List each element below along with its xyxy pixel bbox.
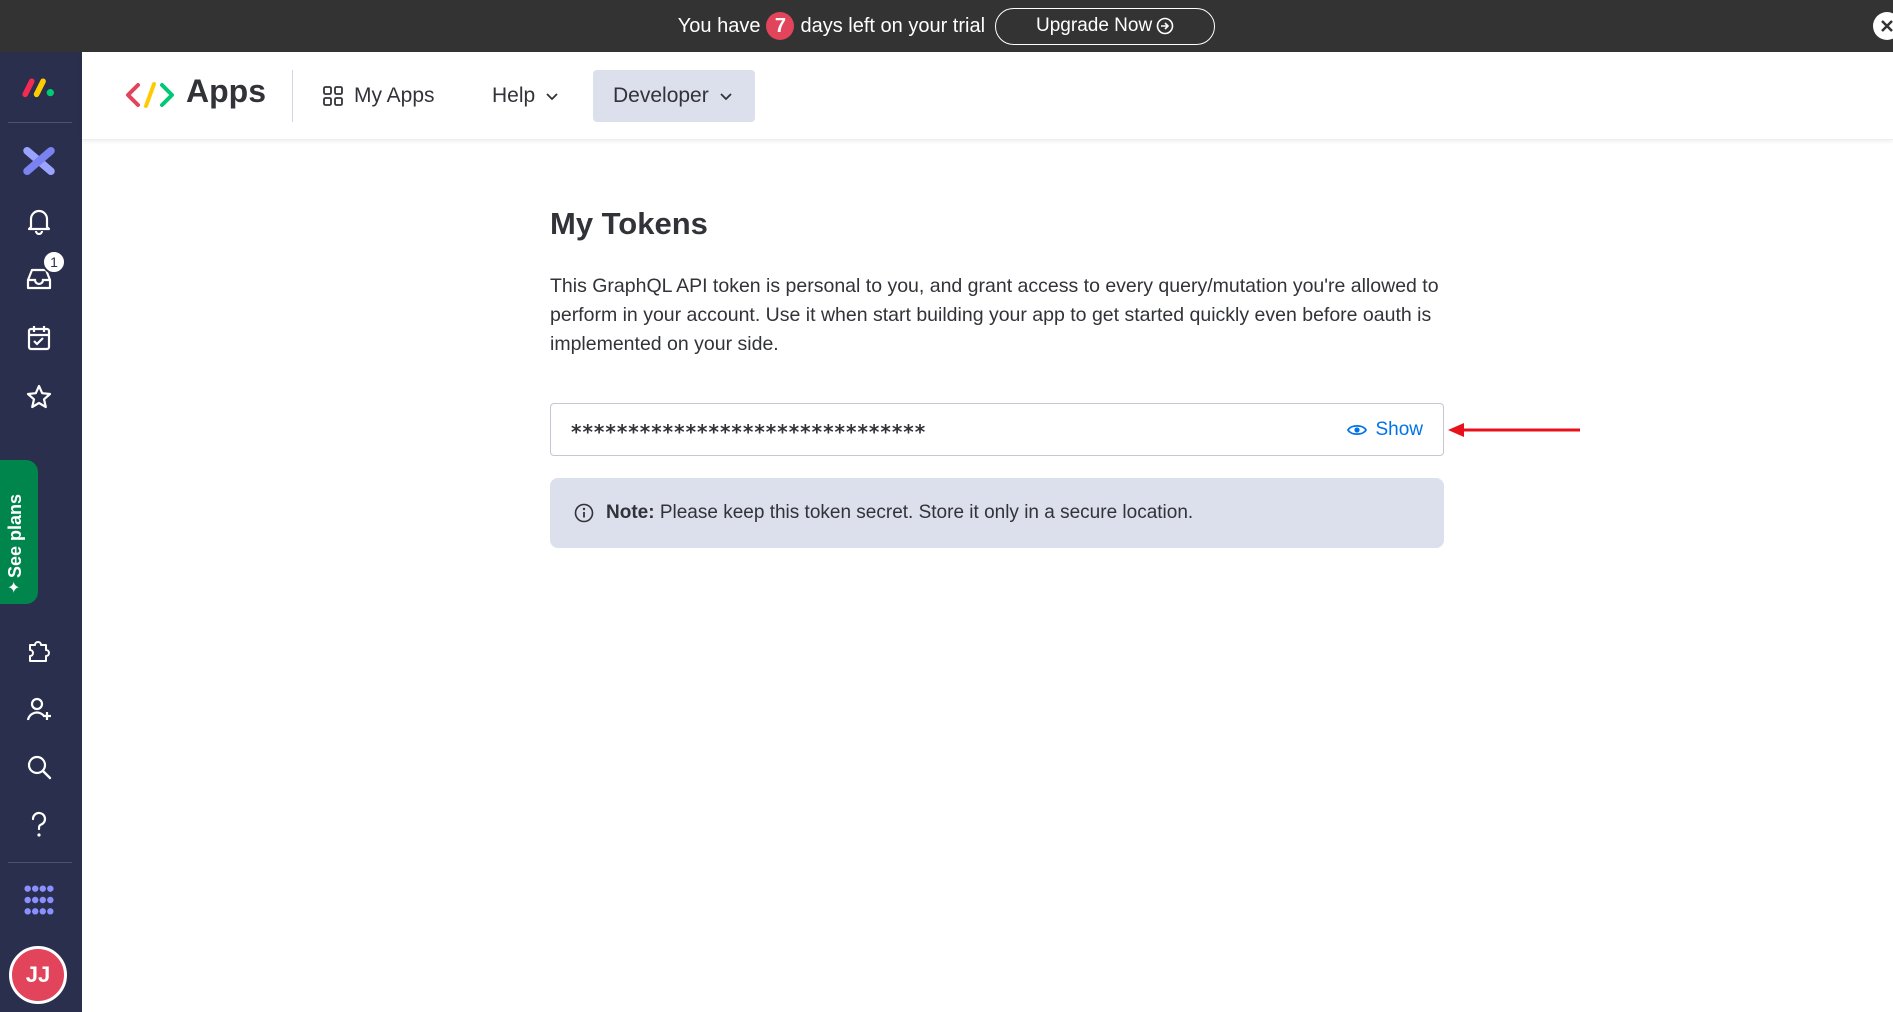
close-banner-button[interactable] bbox=[1873, 12, 1893, 40]
nav-help-label: Help bbox=[492, 84, 536, 107]
grid-icon bbox=[323, 86, 343, 106]
left-rail: 1 See plans ✦ JJ bbox=[0, 52, 82, 1012]
app-title: Apps bbox=[186, 73, 266, 109]
nav-my-apps-label: My Apps bbox=[354, 84, 435, 107]
top-nav: Apps My Apps Help Developer bbox=[82, 52, 1893, 140]
avatar[interactable]: JJ bbox=[9, 946, 67, 1004]
nav-divider bbox=[292, 70, 293, 122]
token-field[interactable]: ******************************* Show bbox=[550, 403, 1444, 456]
bell-icon[interactable] bbox=[22, 204, 56, 238]
trial-days-badge: 7 bbox=[766, 12, 795, 40]
trial-banner: You have 7 days left on your trial Upgra… bbox=[0, 0, 1893, 52]
help-icon[interactable] bbox=[22, 808, 56, 842]
nav-help[interactable]: Help bbox=[472, 70, 579, 122]
rail-divider bbox=[8, 862, 72, 863]
show-token-label: Show bbox=[1375, 418, 1423, 440]
calendar-check-icon[interactable] bbox=[22, 321, 56, 355]
rail-divider bbox=[8, 122, 72, 123]
note-box: Note: Please keep this token secret. Sto… bbox=[550, 478, 1444, 548]
token-description: This GraphQL API token is personal to yo… bbox=[550, 275, 1439, 355]
note-text-wrap: Note: Please keep this token secret. Sto… bbox=[606, 502, 1193, 524]
nav-developer-label: Developer bbox=[613, 84, 709, 107]
nav-my-apps[interactable]: My Apps bbox=[302, 70, 455, 122]
inbox-count-badge: 1 bbox=[42, 250, 66, 274]
info-icon bbox=[574, 503, 594, 523]
arrow-right-circle-icon bbox=[1156, 17, 1174, 35]
close-icon bbox=[1881, 20, 1893, 32]
annotation-arrow bbox=[1448, 423, 1580, 437]
show-token-button[interactable]: Show bbox=[1347, 419, 1423, 441]
note-text: Please keep this token secret. Store it … bbox=[659, 502, 1194, 523]
eye-icon bbox=[1347, 424, 1368, 435]
upgrade-now-label: Upgrade Now bbox=[1036, 15, 1153, 36]
trial-prefix: You have bbox=[677, 14, 761, 37]
puzzle-icon[interactable] bbox=[22, 633, 56, 667]
page-title: My Tokens bbox=[550, 206, 708, 241]
chevron-down-icon bbox=[546, 93, 558, 101]
nav-developer[interactable]: Developer bbox=[593, 70, 755, 122]
code-icon bbox=[124, 80, 176, 110]
search-icon[interactable] bbox=[22, 750, 56, 784]
add-user-icon[interactable] bbox=[22, 692, 56, 726]
star-icon[interactable] bbox=[22, 380, 56, 414]
chevron-down-icon bbox=[720, 93, 732, 101]
apps-grid-icon[interactable] bbox=[22, 883, 56, 917]
trial-suffix: days left on your trial bbox=[800, 14, 986, 37]
see-plans-label: See plans bbox=[5, 493, 25, 578]
see-plans-button[interactable]: See plans ✦ bbox=[0, 460, 38, 604]
workspace-x-icon[interactable] bbox=[22, 144, 56, 178]
monday-logo[interactable] bbox=[22, 70, 56, 104]
token-value[interactable]: ******************************* bbox=[571, 416, 1347, 444]
upgrade-now-button[interactable]: Upgrade Now bbox=[995, 7, 1216, 45]
note-label: Note: bbox=[606, 502, 655, 523]
sparkle-icon: ✦ bbox=[7, 580, 21, 597]
